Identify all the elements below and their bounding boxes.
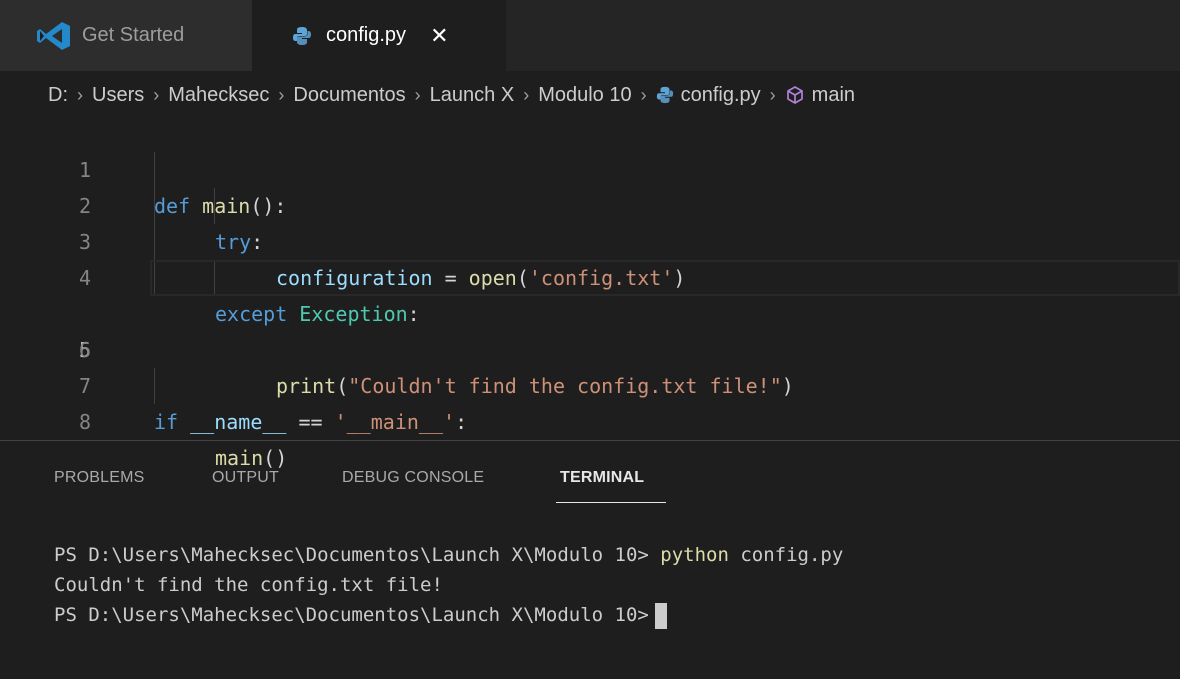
vscode-icon (37, 21, 70, 50)
terminal-line: PS D:\Users\Mahecksec\Documentos\Launch … (54, 540, 843, 570)
terminal-command-args: config.py (728, 544, 844, 566)
breadcrumb: D: › Users › Mahecksec › Documentos › La… (48, 75, 855, 115)
chevron-right-icon: › (278, 84, 285, 105)
breadcrumb-file[interactable]: config.py (681, 84, 761, 107)
active-tab-indicator (556, 502, 666, 503)
terminal-output: Couldn't find the config.txt file! (54, 574, 443, 596)
terminal-line: PS D:\Users\Mahecksec\Documentos\Launch … (54, 600, 843, 630)
code-line[interactable]: 3 configuration = open('config.txt') (0, 188, 1180, 290)
tab-label: config.py (326, 24, 407, 46)
python-icon (293, 26, 311, 45)
tab-label: Get Started (82, 24, 185, 46)
code-text: if __name__ == '__main__': (154, 410, 468, 434)
panel-divider[interactable] (0, 440, 1180, 441)
chevron-right-icon: › (523, 84, 530, 105)
terminal-cursor (654, 602, 667, 629)
terminal-prompt: PS D:\Users\Mahecksec\Documentos\Launch … (54, 544, 661, 566)
breadcrumb-drive[interactable]: D: (48, 84, 68, 107)
tab-get-started[interactable]: Get Started (0, 0, 252, 71)
chevron-right-icon: › (769, 84, 776, 105)
current-line-highlight (150, 260, 1180, 296)
code-line[interactable]: 6 (0, 296, 1180, 362)
python-icon (656, 86, 674, 104)
code-line[interactable]: 1 def main(): (0, 116, 1180, 218)
breadcrumb-mahecksec[interactable]: Mahecksec (168, 84, 269, 107)
tab-problems[interactable]: PROBLEMS (54, 469, 145, 487)
chevron-right-icon: › (414, 84, 421, 105)
tab-debug-console[interactable]: DEBUG CONSOLE (342, 469, 484, 487)
line-number: 8 (78, 410, 92, 434)
code-line-active[interactable]: 5 print("Couldn't find the config.txt fi… (0, 260, 1180, 398)
terminal-command: python (660, 544, 729, 566)
breadcrumb-modulo-10[interactable]: Modulo 10 (538, 84, 631, 107)
terminal-prompt: PS D:\Users\Mahecksec\Documentos\Launch … (54, 604, 649, 626)
code-editor[interactable]: 1 def main(): 2 try: 3 configuration = o… (0, 116, 1180, 470)
breadcrumb-documentos[interactable]: Documentos (293, 84, 405, 107)
code-line[interactable]: 4 except Exception: (0, 224, 1180, 326)
chevron-right-icon: › (640, 84, 647, 105)
terminal[interactable]: PS D:\Users\Mahecksec\Documentos\Launch … (54, 540, 843, 630)
tab-terminal[interactable]: TERMINAL (560, 469, 644, 487)
code-line[interactable]: 8 main() (0, 368, 1180, 470)
tab-config-py[interactable]: config.py ✕ (252, 0, 506, 71)
symbol-method-icon (785, 85, 805, 105)
code-line[interactable]: 2 try: (0, 152, 1180, 254)
close-icon[interactable]: ✕ (430, 23, 448, 49)
chevron-right-icon: › (153, 84, 160, 105)
editor-tab-bar: Get Started config.py ✕ (0, 0, 1180, 71)
breadcrumb-launch-x[interactable]: Launch X (430, 84, 515, 107)
breadcrumb-symbol-main[interactable]: main (812, 84, 855, 107)
tab-output[interactable]: OUTPUT (212, 469, 279, 487)
breadcrumb-users[interactable]: Users (92, 84, 144, 107)
chevron-right-icon: › (77, 84, 83, 105)
code-line[interactable]: 7 if __name__ == '__main__': (0, 332, 1180, 434)
